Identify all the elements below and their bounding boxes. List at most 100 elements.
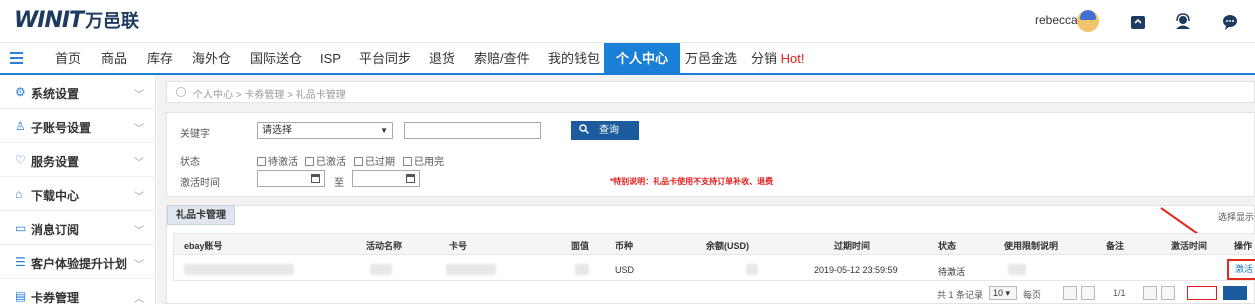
sidebar-item-card-management[interactable]: ▤ 卡券管理 ︿ <box>0 279 156 304</box>
chevron-down-icon: ﹀ <box>134 90 144 101</box>
nav-overseas-warehouse[interactable]: 海外仓 <box>192 43 231 74</box>
status-checkbox-used-up[interactable]: 已用完 <box>403 153 444 168</box>
column-header: 活动名称 <box>366 241 403 251</box>
username[interactable]: rebecca <box>1035 13 1078 27</box>
nav-returns[interactable]: 退货 <box>429 43 455 74</box>
checkbox[interactable] <box>354 157 363 166</box>
column-header: 状态 <box>938 241 957 251</box>
column-header: 备注 <box>1106 241 1125 251</box>
column-header: 卡号 <box>449 241 468 251</box>
sidebar: ⚙ 系统设置 ﹀ ♙ 子账号设置 ﹀ ♡ 服务设置 ﹀ ⌂ 下载中心 ﹀ ▭ 消… <box>0 75 156 304</box>
status-checkbox-activated[interactable]: 已激活 <box>305 153 346 168</box>
user-icon: ♙ <box>15 119 26 133</box>
tab-gift-card-management[interactable]: 礼品卡管理 <box>167 205 235 225</box>
sidebar-item-sub-accounts[interactable]: ♙ 子账号设置 ﹀ <box>0 109 156 143</box>
last-page-button[interactable] <box>1161 286 1175 300</box>
chevron-down-icon: ﹀ <box>134 192 144 203</box>
first-page-button[interactable] <box>1063 286 1077 300</box>
support-icon[interactable] <box>1174 13 1192 31</box>
menu-toggle-icon[interactable] <box>10 52 23 64</box>
main-content: 个人中心 > 卡券管理 > 礼品卡管理 关键字 请选择 ▼ 查询 状态 待激活 … <box>157 75 1255 304</box>
nav-platform-sync[interactable]: 平台同步 <box>359 43 411 74</box>
activate-button[interactable]: 激活 <box>1227 259 1255 280</box>
chat-icon[interactable] <box>1221 13 1239 31</box>
nav-home[interactable]: 首页 <box>55 43 81 74</box>
nav-inventory[interactable]: 库存 <box>147 43 173 74</box>
column-header: 激活时间 <box>1171 241 1208 251</box>
gift-card-table: ebay账号 活动名称 卡号 面值 币种 余额(USD) 过期时间 状态 使用限… <box>173 233 1255 281</box>
calendar-icon[interactable] <box>311 174 320 183</box>
nav-personal-center[interactable]: 个人中心 <box>604 43 681 74</box>
nav-claims[interactable]: 索赔/查件 <box>474 43 530 74</box>
calendar-icon[interactable] <box>406 174 415 183</box>
nav-isp[interactable]: ISP <box>320 43 341 74</box>
dropdown-arrow-icon: ▼ <box>380 126 388 135</box>
blurred-ebay-account <box>184 264 294 275</box>
checkbox-label: 已过期 <box>365 157 395 168</box>
chevron-down-icon: ﹀ <box>134 124 144 135</box>
status-checkbox-expired[interactable]: 已过期 <box>354 153 395 168</box>
sidebar-item-download-center[interactable]: ⌂ 下载中心 ﹀ <box>0 177 156 211</box>
avatar[interactable] <box>1077 10 1099 32</box>
blurred-card-number <box>446 264 496 275</box>
keyword-select[interactable]: 请选择 ▼ <box>257 122 393 139</box>
per-page-label: 每页 <box>1023 290 1042 300</box>
status-cell: 待激活 <box>938 267 966 277</box>
checkbox-label: 已激活 <box>316 157 346 168</box>
currency-cell: USD <box>615 265 635 275</box>
special-notice: *特别说明：礼品卡使用不支持订单补收、退费 <box>610 177 774 186</box>
nav-international-delivery[interactable]: 国际送仓 <box>250 43 302 74</box>
sidebar-item-experience-plan[interactable]: ☰ 客户体验提升计划 ﹀ <box>0 245 156 279</box>
chevron-up-icon: ︿ <box>134 294 144 304</box>
nav-distribution[interactable]: 分销 Hot! <box>751 43 804 74</box>
blurred-balance <box>746 264 758 275</box>
logo[interactable]: WINIT 万邑联 <box>14 6 139 34</box>
list-icon: ☰ <box>15 255 26 269</box>
page-number-input[interactable] <box>1187 286 1217 300</box>
checkbox[interactable] <box>403 157 412 166</box>
blurred-usage-limit <box>1008 264 1026 275</box>
next-page-button[interactable] <box>1143 286 1157 300</box>
sidebar-item-label: 下载中心 <box>31 189 80 203</box>
sidebar-item-label: 服务设置 <box>31 155 80 169</box>
go-page-button[interactable] <box>1223 286 1247 300</box>
sidebar-item-label: 卡券管理 <box>31 291 80 304</box>
logo-mark: WINIT <box>14 7 84 33</box>
heart-icon: ♡ <box>15 153 26 167</box>
date-from-input[interactable] <box>257 170 325 187</box>
location-icon <box>176 87 186 97</box>
gift-card-panel: 礼品卡管理 选择显示列 ebay账号 活动名称 卡号 面值 币种 余额(USD)… <box>166 205 1255 304</box>
keyword-label: 关键字 <box>180 129 210 140</box>
date-to-input[interactable] <box>352 170 420 187</box>
bookmark-icon: ▭ <box>15 221 27 235</box>
breadcrumb-text: 个人中心 > 卡券管理 > 礼品卡管理 <box>193 90 346 101</box>
column-header: 使用限制说明 <box>1004 241 1059 251</box>
checkbox[interactable] <box>257 157 266 166</box>
nav-products[interactable]: 商品 <box>101 43 127 74</box>
nav-winit-select[interactable]: 万邑金选 <box>685 43 737 74</box>
main-nav: 首页 商品 库存 海外仓 国际送仓 ISP 平台同步 退货 索赔/查件 我的钱包… <box>0 42 1255 75</box>
column-header: ebay账号 <box>184 241 223 251</box>
page-size-select[interactable]: 10 ▾ <box>989 286 1017 300</box>
column-header: 余额(USD) <box>706 241 749 251</box>
page-size-value: 10 <box>993 288 1004 298</box>
prev-page-button[interactable] <box>1081 286 1095 300</box>
search-button-label: 查询 <box>599 125 619 136</box>
page-info: 1/1 <box>1113 288 1126 298</box>
nav-wallet[interactable]: 我的钱包 <box>548 43 600 74</box>
search-button[interactable]: 查询 <box>571 121 639 140</box>
sidebar-item-message-subscription[interactable]: ▭ 消息订阅 ﹀ <box>0 211 156 245</box>
record-count: 共 1 条记录 <box>937 290 984 300</box>
status-checkbox-pending[interactable]: 待激活 <box>257 153 298 168</box>
expire-time-cell: 2019-05-12 23:59:59 <box>814 265 898 275</box>
card-icon: ▤ <box>15 289 27 303</box>
checkbox[interactable] <box>305 157 314 166</box>
table-header: ebay账号 活动名称 卡号 面值 币种 余额(USD) 过期时间 状态 使用限… <box>174 234 1255 255</box>
filter-panel: 关键字 请选择 ▼ 查询 状态 待激活 已激活 已过期 已用完 激活时间 至 *… <box>166 112 1255 197</box>
sidebar-item-system-settings[interactable]: ⚙ 系统设置 ﹀ <box>0 75 156 109</box>
column-header: 操作 <box>1234 241 1253 251</box>
sidebar-item-service-settings[interactable]: ♡ 服务设置 ﹀ <box>0 143 156 177</box>
home-icon[interactable] <box>1129 13 1147 31</box>
keyword-input[interactable] <box>404 122 541 139</box>
sidebar-item-label: 系统设置 <box>31 87 80 101</box>
